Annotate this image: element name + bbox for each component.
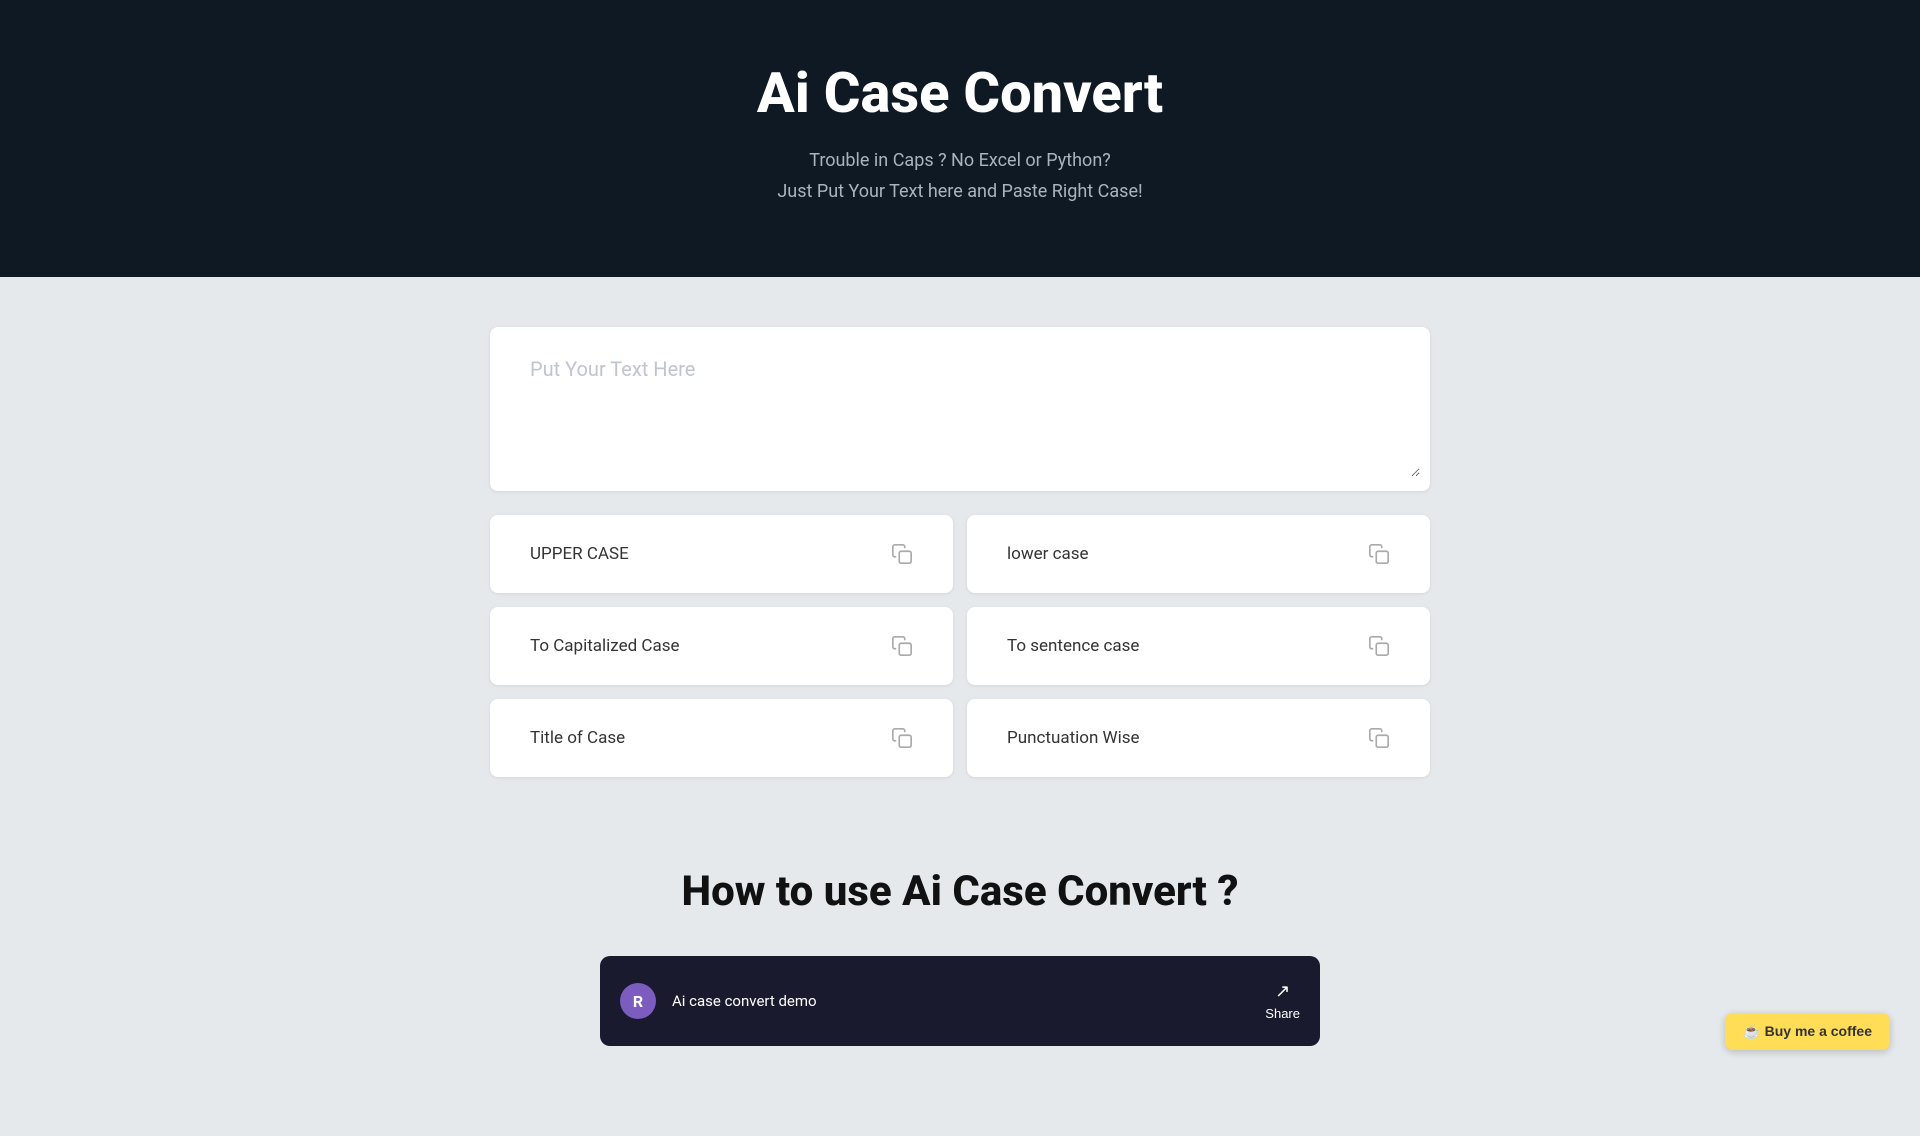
site-header: Ai Case Convert Trouble in Caps ? No Exc… [0,0,1920,277]
copy-icon-sentence [1368,635,1390,657]
punctuation-wise-label: Punctuation Wise [1007,728,1140,748]
copy-icon-punctuation [1368,727,1390,749]
copy-icon-upper [891,543,913,565]
video-avatar: R [620,983,656,1019]
lower-case-label: lower case [1007,544,1089,564]
subtitle-line2: Just Put Your Text here and Paste Right … [20,177,1900,208]
share-button[interactable]: ↗ Share [1265,981,1300,1021]
lower-case-card[interactable]: lower case [967,515,1430,593]
share-icon: ↗ [1275,981,1290,1002]
title-case-card[interactable]: Title of Case [490,699,953,777]
copy-icon-title [891,727,913,749]
capitalized-case-card[interactable]: To Capitalized Case [490,607,953,685]
buy-coffee-button[interactable]: ☕ Buy me a coffee [1725,1013,1890,1050]
content-container: UPPER CASE lower case To Capitalized Cas… [470,327,1450,1086]
text-input-wrapper [490,327,1430,491]
copy-icon-capitalized [891,635,913,657]
upper-case-label: UPPER CASE [530,544,629,564]
how-to-section: How to use Ai Case Convert ? R Ai case c… [490,847,1430,1086]
sentence-case-label: To sentence case [1007,636,1139,656]
share-label: Share [1265,1006,1300,1021]
case-grid: UPPER CASE lower case To Capitalized Cas… [490,515,1430,777]
video-container[interactable]: R Ai case convert demo ↗ Share [600,956,1320,1046]
main-content: UPPER CASE lower case To Capitalized Cas… [0,277,1920,1136]
copy-icon-lower [1368,543,1390,565]
subtitle-line1: Trouble in Caps ? No Excel or Python? [20,146,1900,177]
site-title: Ai Case Convert [20,60,1900,126]
title-case-label: Title of Case [530,728,625,748]
punctuation-wise-card[interactable]: Punctuation Wise [967,699,1430,777]
capitalized-case-label: To Capitalized Case [530,636,680,656]
sentence-case-card[interactable]: To sentence case [967,607,1430,685]
upper-case-card[interactable]: UPPER CASE [490,515,953,593]
video-title: Ai case convert demo [672,992,1249,1010]
text-input[interactable] [500,337,1420,477]
buy-coffee-label: ☕ Buy me a coffee [1743,1023,1872,1040]
how-to-heading: How to use Ai Case Convert ? [490,867,1430,916]
